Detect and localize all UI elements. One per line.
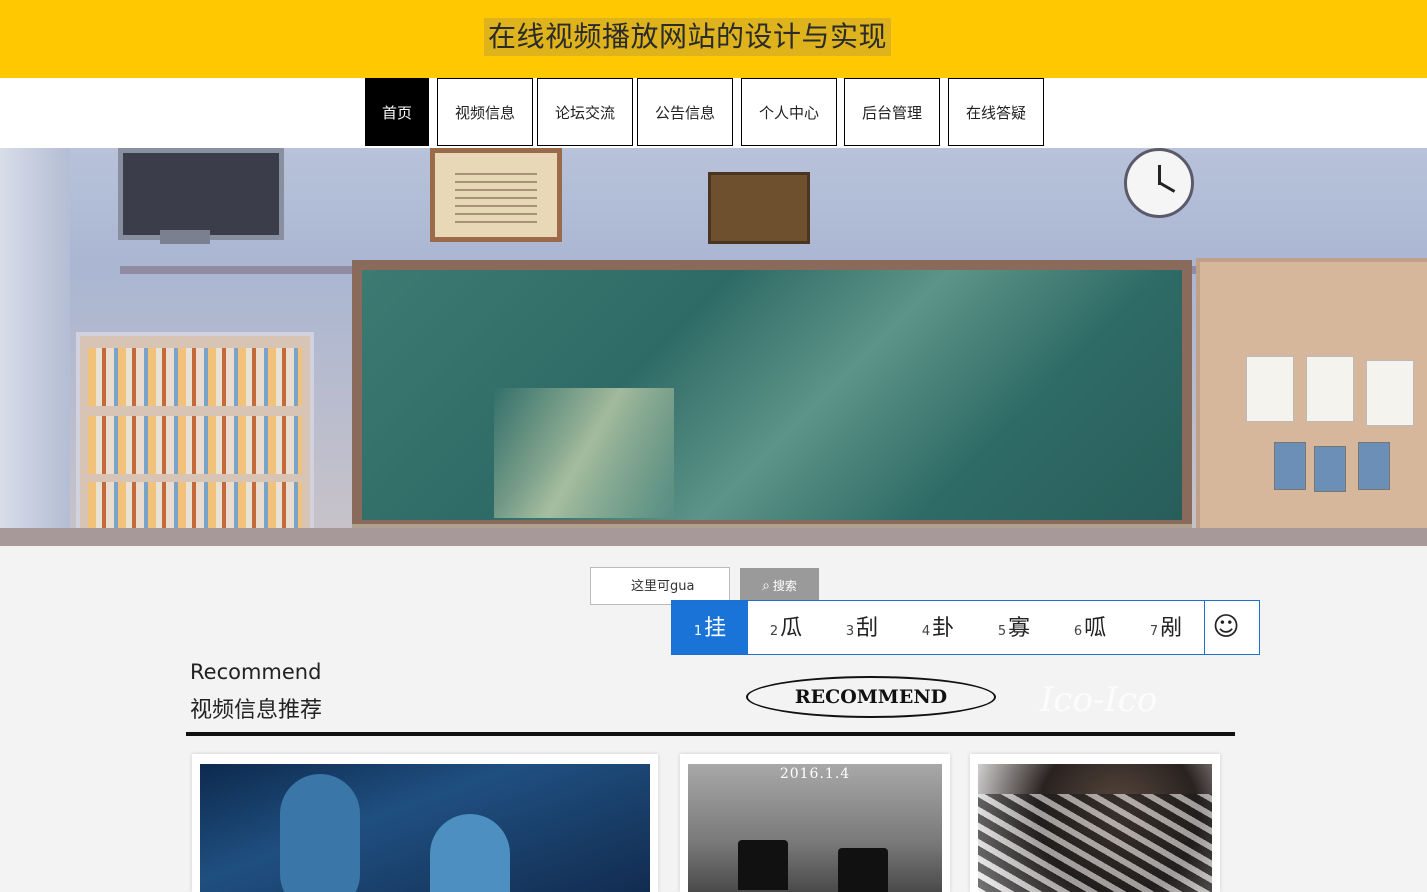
banner-floor xyxy=(0,528,1427,546)
recommend-divider xyxy=(186,732,1235,736)
video-thumbnail[interactable]: 2016.1.4 xyxy=(688,764,942,892)
banner-corkboard xyxy=(1196,258,1427,536)
banner-eye-chart xyxy=(430,148,562,242)
recommend-badge: RECOMMEND xyxy=(746,676,996,718)
ime-candidate-bar: 1挂 2瓜 3刮 4卦 5寡 6呱 7剐 ☺ xyxy=(671,600,1260,655)
ime-candidate-1[interactable]: 1挂 xyxy=(672,601,748,654)
video-thumbnail[interactable] xyxy=(978,764,1212,892)
ime-divider xyxy=(1204,601,1205,654)
poster-date: 2016.1.4 xyxy=(779,766,851,782)
nav-item-forum[interactable]: 论坛交流 xyxy=(537,78,633,146)
nav-item-announcements[interactable]: 公告信息 xyxy=(637,78,733,146)
nav-item-home[interactable]: 首页 xyxy=(365,78,429,146)
main-nav: 首页 视频信息 论坛交流 公告信息 个人中心 后台管理 在线答疑 xyxy=(0,78,1427,148)
site-title: 在线视频播放网站的设计与实现 xyxy=(484,18,892,56)
banner-clock xyxy=(1124,148,1194,218)
recommend-title-cn: 视频信息推荐 xyxy=(190,698,323,723)
hero-banner xyxy=(0,148,1427,546)
banner-sunlight xyxy=(494,388,674,518)
smiley-icon[interactable]: ☺ xyxy=(1212,613,1240,641)
ime-candidate-7[interactable]: 7剐 xyxy=(1128,601,1204,654)
ime-candidate-2[interactable]: 2瓜 xyxy=(748,601,824,654)
video-card[interactable] xyxy=(192,754,658,892)
nav-item-profile[interactable]: 个人中心 xyxy=(741,78,837,146)
search-button-label: 搜索 xyxy=(772,579,797,593)
video-card[interactable] xyxy=(970,754,1220,892)
banner-window xyxy=(0,148,70,546)
ime-candidate-6[interactable]: 6呱 xyxy=(1052,601,1128,654)
site-header: 在线视频播放网站的设计与实现 xyxy=(0,0,1427,78)
banner-bookshelf xyxy=(76,332,314,546)
search-icon: ⌕ xyxy=(762,578,770,594)
ime-candidate-4[interactable]: 4卦 xyxy=(900,601,976,654)
nav-item-admin[interactable]: 后台管理 xyxy=(844,78,940,146)
ime-candidate-5[interactable]: 5寡 xyxy=(976,601,1052,654)
recommend-title-en: Recommend xyxy=(190,660,322,684)
video-card[interactable]: 2016.1.4 xyxy=(680,754,950,892)
nav-item-qa[interactable]: 在线答疑 xyxy=(948,78,1044,146)
banner-tv xyxy=(118,148,284,240)
video-thumbnail[interactable] xyxy=(200,764,650,892)
banner-frame xyxy=(708,172,810,244)
search-button[interactable]: ⌕ 搜索 xyxy=(740,568,819,604)
banner-tv-mount xyxy=(160,230,210,244)
recommend-watermark: Ico-Ico xyxy=(1040,680,1158,720)
nav-item-videos[interactable]: 视频信息 xyxy=(437,78,533,146)
ime-candidate-3[interactable]: 3刮 xyxy=(824,601,900,654)
banner-chalkboard xyxy=(362,270,1182,520)
